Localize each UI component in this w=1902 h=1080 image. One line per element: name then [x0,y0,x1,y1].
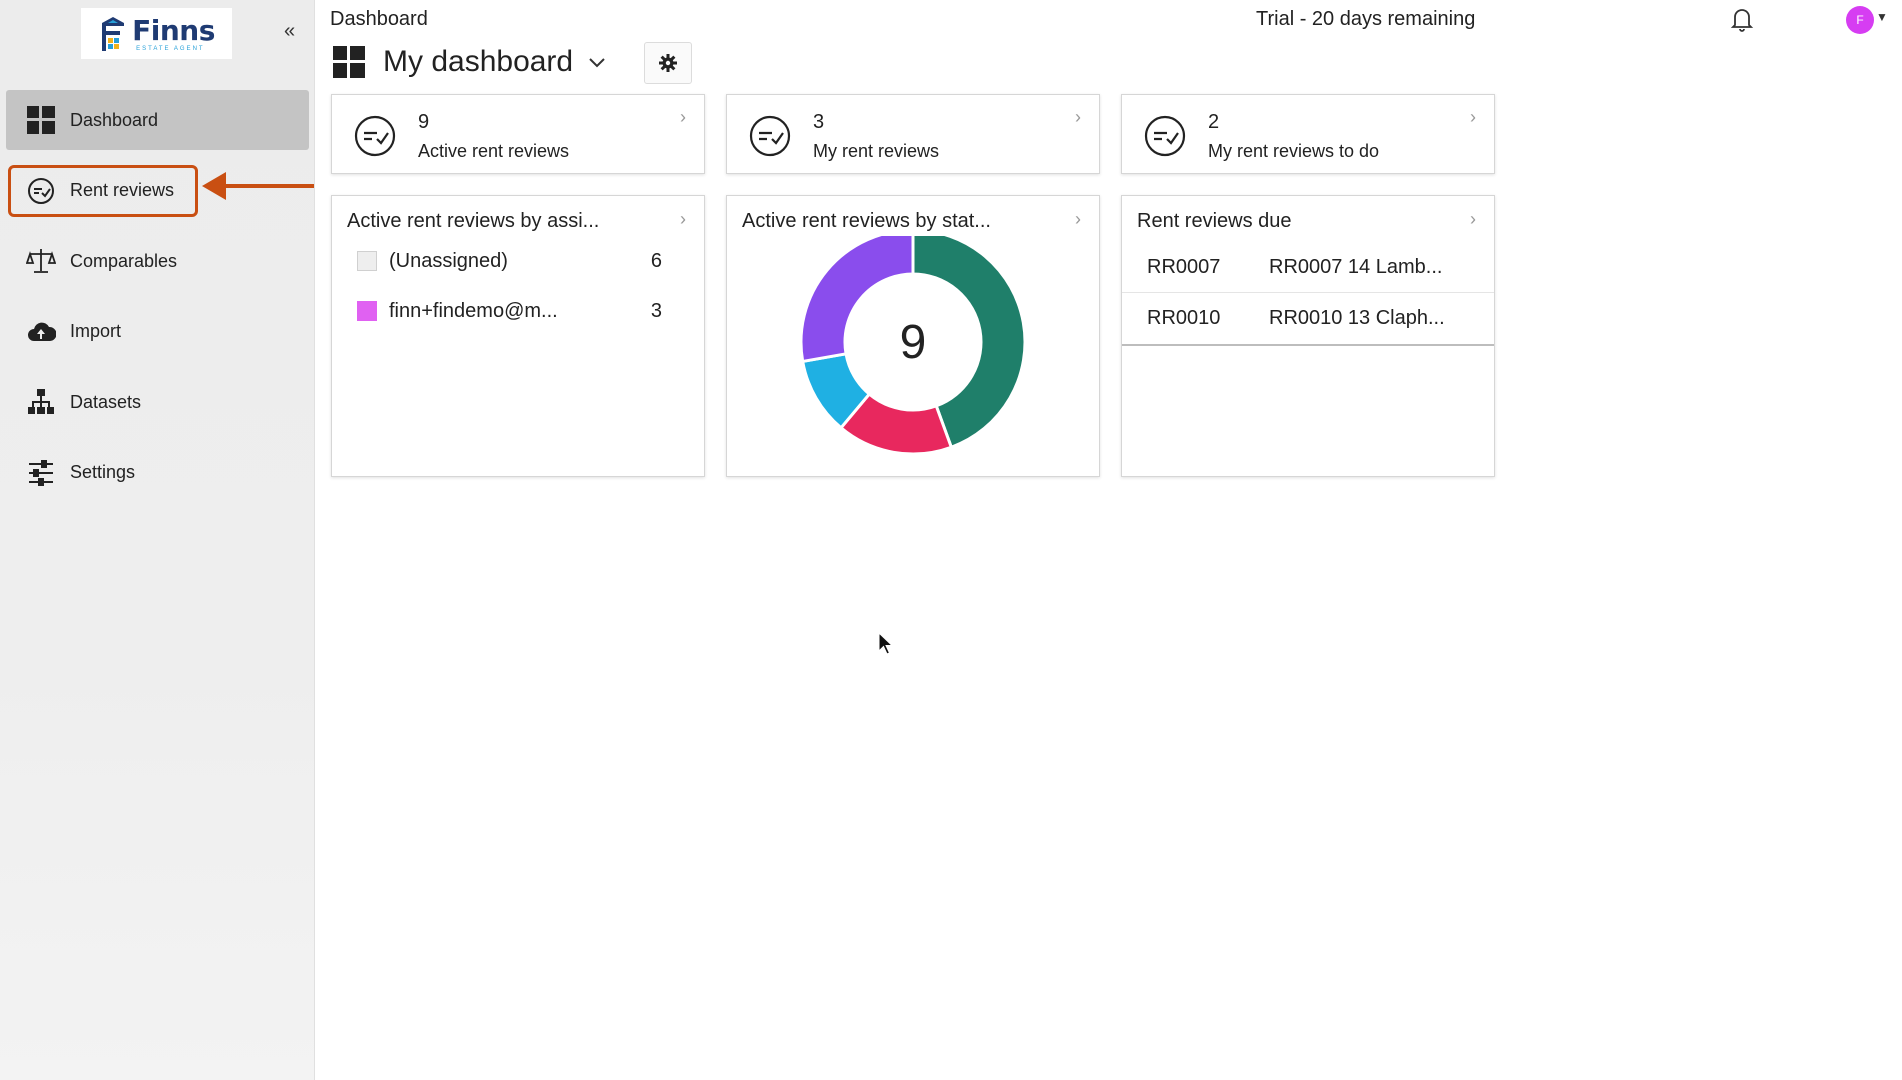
rent-review-icon [354,115,396,157]
chevron-right-icon[interactable]: › [680,107,686,128]
breadcrumb: Dashboard [330,8,428,30]
due-ref: RR0007 [1147,255,1221,278]
rent-review-icon [1144,115,1186,157]
scales-icon [26,246,56,276]
list-item[interactable]: finn+findemo@m... 3 [357,296,662,326]
stat-label: Active rent reviews [418,141,570,161]
sidebar-item-label: Dashboard [70,109,159,130]
donut-slice[interactable] [799,236,915,364]
donut-center-label: 9 [900,316,927,369]
panel-title: Active rent reviews by stat... [742,210,991,232]
dashboard-grid-icon [26,105,56,135]
table-row[interactable]: RR0007 RR0007 14 Lamb... [1122,242,1494,293]
sidebar-item-datasets[interactable]: Datasets [6,372,309,432]
sidebar-item-label: Comparables [70,250,178,271]
stat-value: 2 [1208,111,1220,133]
annotation-arrow-icon [202,172,314,200]
status-donut-chart[interactable]: 9 [727,236,1099,476]
hierarchy-icon [26,387,56,417]
legend-swatch [357,251,377,271]
divider [1122,344,1494,346]
panel-by-status: Active rent reviews by stat... › 9 [726,195,1100,477]
trial-status[interactable]: Trial - 20 days remaining [1256,8,1475,31]
logo-tagline: ESTATE AGENT [136,45,205,52]
dashboard-grid-icon [333,46,365,78]
mouse-cursor-icon [878,632,894,655]
chevron-right-icon[interactable]: › [1075,209,1081,230]
table-row[interactable]: RR0010 RR0010 13 Claph... [1122,293,1494,344]
sidebar-item-import[interactable]: Import [6,302,309,362]
sidebar-item-label: Settings [70,462,136,482]
rent-review-icon [749,115,791,157]
cloud-upload-icon [26,317,56,347]
sliders-icon [26,458,56,488]
dashboard-selector[interactable]: My dashboard [333,42,607,82]
chevron-right-icon[interactable]: › [1470,209,1476,230]
stat-label: My rent reviews to do [1208,141,1380,161]
due-ref: RR0010 [1147,307,1221,329]
app-logo[interactable]: Finns ESTATE AGENT [81,8,232,59]
stat-value: 3 [813,111,825,133]
logo-wordmark: Finns [132,13,215,47]
sidebar-item-settings[interactable]: Settings [6,443,309,503]
stat-card-active-rent-reviews[interactable]: 9 Active rent reviews › [331,94,705,174]
collapse-sidebar-button[interactable]: « [284,20,295,43]
sidebar-item-comparables[interactable]: Comparables [6,231,309,291]
legend-count: 6 [650,249,662,272]
due-name: RR0007 14 Lamb... [1269,255,1443,278]
chevron-down-icon[interactable] [587,52,607,72]
due-name: RR0010 13 Claph... [1269,307,1445,329]
sidebar-item-label: Rent reviews [70,180,175,200]
chevron-right-icon[interactable]: › [1075,107,1081,128]
page-title: My dashboard [383,45,574,78]
chevron-right-icon[interactable]: › [1470,107,1476,128]
panel-title: Rent reviews due [1137,210,1292,232]
legend-count: 3 [650,299,662,322]
panel-rent-reviews-due: Rent reviews due › RR0007 RR0007 14 Lamb… [1121,195,1495,477]
chevron-down-icon[interactable]: ▼ [1876,10,1888,24]
sidebar-nav: Dashboard Rent reviews Comparables Impor… [6,90,309,513]
gear-icon [659,54,677,72]
stat-label: My rent reviews [813,141,940,161]
legend-label: finn+findemo@m... [389,299,558,322]
stat-card-my-rent-reviews-to-do[interactable]: 2 My rent reviews to do › [1121,94,1495,174]
logo-house-icon [102,16,125,51]
panel-title: Active rent reviews by assi... [347,210,600,232]
sidebar-item-label: Import [70,321,122,341]
legend-swatch [357,301,377,321]
dashboard-settings-button[interactable] [644,42,692,84]
sidebar-item-label: Datasets [70,391,142,412]
panel-by-assignee: Active rent reviews by assi... › (Unassi… [331,195,705,477]
avatar[interactable]: F [1846,6,1874,34]
rent-review-icon [26,176,56,206]
sidebar-item-dashboard[interactable]: Dashboard [6,90,309,150]
legend-label: (Unassigned) [389,249,508,272]
sidebar: Finns ESTATE AGENT « Dashboard Rent revi… [0,0,315,1080]
stat-card-my-rent-reviews[interactable]: 3 My rent reviews › [726,94,1100,174]
stat-value: 9 [418,111,430,133]
notifications-bell-icon[interactable] [1730,6,1754,32]
list-item[interactable]: (Unassigned) 6 [357,246,662,276]
chevron-right-icon[interactable]: › [680,209,686,230]
